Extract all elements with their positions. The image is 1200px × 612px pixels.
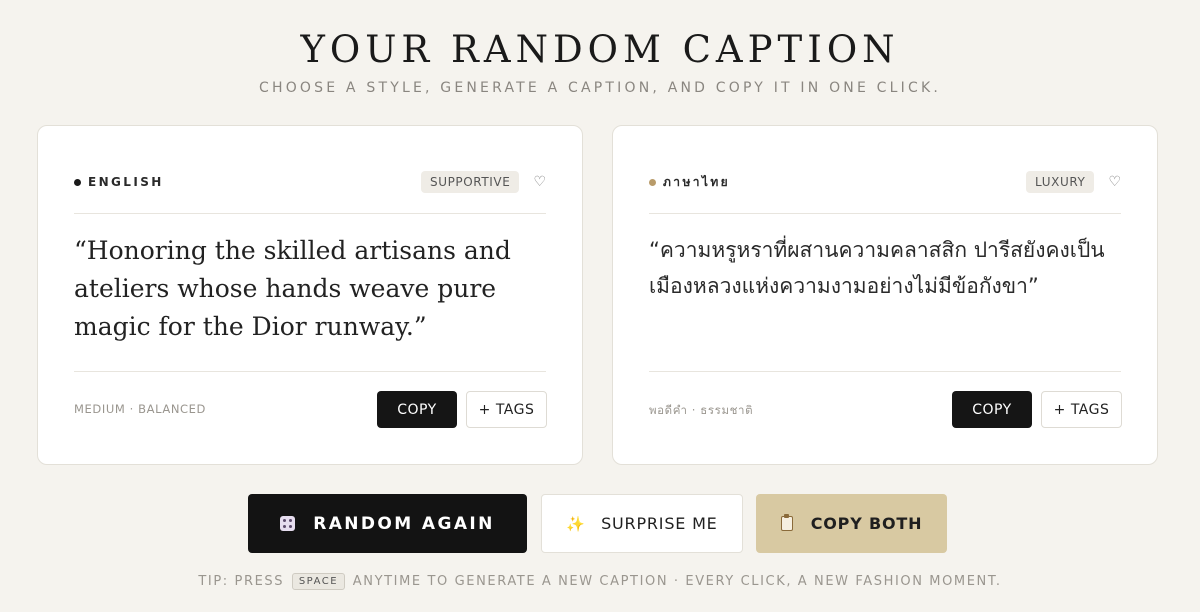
caption-meta: MEDIUM · BALANCED	[74, 402, 206, 416]
sparkles-icon: ✨	[566, 514, 586, 533]
page-title: YOUR RANDOM CAPTION	[300, 28, 900, 71]
space-key-badge: SPACE	[291, 573, 346, 590]
language-label: ภาษาไทย	[663, 174, 731, 189]
divider	[74, 371, 546, 372]
caption-card-thai: ภาษาไทย LUXURY ♡ “ความหรูหราที่ผสานความค…	[612, 125, 1158, 465]
dice-icon	[280, 516, 296, 531]
divider	[74, 213, 546, 214]
clipboard-icon	[780, 514, 793, 531]
copy-button[interactable]: COPY	[952, 391, 1032, 428]
language-label: ENGLISH	[88, 175, 164, 189]
caption-card-english: ENGLISH SUPPORTIVE ♡ “Honoring the skill…	[37, 125, 583, 465]
caption-meta: พอดีคำ · ธรรมชาติ	[649, 403, 754, 417]
random-again-button[interactable]: RANDOM AGAIN	[248, 494, 527, 553]
tip-prefix: TIP: PRESS	[198, 574, 285, 589]
add-tags-button[interactable]: + TAGS	[466, 391, 547, 428]
divider	[649, 213, 1121, 214]
copy-button[interactable]: COPY	[377, 391, 457, 428]
tip-suffix: ANYTIME TO GENERATE A NEW CAPTION · EVER…	[352, 574, 1002, 589]
heart-icon[interactable]: ♡	[533, 174, 546, 190]
language-dot	[74, 178, 81, 186]
card-header: ภาษาไทย LUXURY ♡	[649, 170, 1121, 194]
card-header: ENGLISH SUPPORTIVE ♡	[74, 170, 546, 194]
language-dot	[649, 178, 656, 186]
random-again-label: RANDOM AGAIN	[313, 513, 495, 534]
surprise-me-label: SURPRISE ME	[601, 514, 718, 533]
tone-badge: SUPPORTIVE	[420, 171, 520, 193]
surprise-me-button[interactable]: ✨ SURPRISE ME	[541, 494, 743, 553]
tone-badge: LUXURY	[1026, 171, 1095, 193]
caption-text: “ความหรูหราที่ผสานความคลาสสิก ปารีสยังคง…	[649, 238, 1105, 298]
page-subtitle: CHOOSE A STYLE, GENERATE A CAPTION, AND …	[259, 80, 941, 96]
copy-both-button[interactable]: COPY BOTH	[756, 494, 947, 553]
add-tags-button[interactable]: + TAGS	[1041, 391, 1122, 428]
tip-text: TIP: PRESS SPACE ANYTIME TO GENERATE A N…	[0, 573, 1200, 590]
caption-text: “Honoring the skilled artisans and ateli…	[74, 236, 511, 341]
page: YOUR RANDOM CAPTION CHOOSE A STYLE, GENE…	[0, 0, 1200, 612]
divider	[649, 371, 1121, 372]
copy-both-label: COPY BOTH	[810, 514, 923, 533]
heart-icon[interactable]: ♡	[1108, 174, 1121, 190]
